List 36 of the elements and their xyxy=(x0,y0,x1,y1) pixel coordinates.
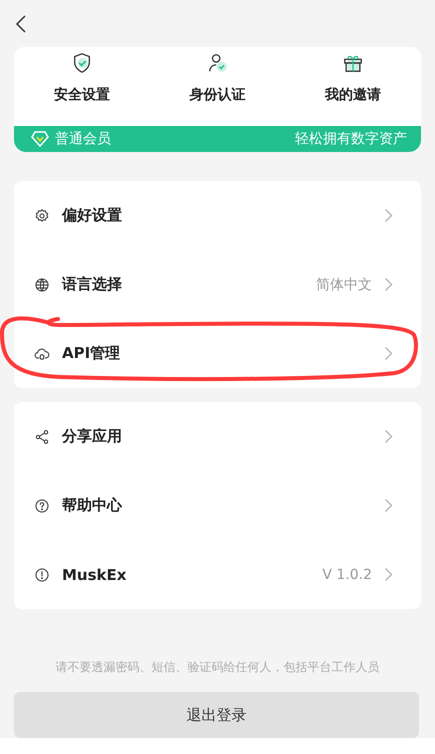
member-level: 普通会员 xyxy=(55,130,111,148)
alert-icon xyxy=(34,566,50,582)
chevron-icon xyxy=(384,498,393,513)
logout-button[interactable]: 退出登录 xyxy=(14,692,419,738)
share-icon xyxy=(34,428,50,444)
menu-label: API管理 xyxy=(62,344,122,363)
menu-value: V 1.0.2 xyxy=(322,566,372,582)
slogan: 轻松拥有数字资产 xyxy=(295,130,407,148)
chevron-icon xyxy=(384,277,393,292)
globe-icon xyxy=(34,276,50,292)
menu-label: 帮助中心 xyxy=(62,496,124,515)
chevron-icon xyxy=(384,567,393,582)
menu-label: 偏好设置 xyxy=(62,206,123,225)
menu-item[interactable]: API管理 xyxy=(14,319,421,388)
chevron-icon xyxy=(384,429,393,444)
diamond-icon xyxy=(31,131,49,147)
menu-label: 语言选择 xyxy=(62,275,123,294)
help-icon xyxy=(34,498,50,514)
menu-item[interactable]: 偏好设置 xyxy=(14,181,421,250)
menu-item[interactable]: 帮助中心 xyxy=(14,471,421,540)
menu-item[interactable]: MuskEx V 1.0.2 xyxy=(14,540,421,609)
security-notice: 请不要透漏密码、短信、验证码给任何人，包括平台工作人员 xyxy=(54,659,380,676)
menu-label: MuskEx xyxy=(62,566,128,584)
person-check-icon xyxy=(206,52,228,74)
shortcut-label[interactable]: 身份认证 xyxy=(190,86,246,104)
chevron-icon xyxy=(384,208,393,223)
menu-label: 分享应用 xyxy=(62,427,123,446)
back-icon[interactable] xyxy=(14,14,28,34)
menu-value: 简体中文 xyxy=(316,276,372,294)
shortcut-label[interactable]: 安全设置 xyxy=(54,86,110,104)
gear-icon xyxy=(34,208,50,224)
menu-item[interactable]: 语言选择 简体中文 xyxy=(14,250,421,319)
cloud-icon xyxy=(34,346,50,362)
menu-item[interactable]: 分享应用 xyxy=(14,402,421,471)
chevron-icon xyxy=(384,346,393,361)
shortcut-label[interactable]: 我的邀请 xyxy=(325,86,382,104)
